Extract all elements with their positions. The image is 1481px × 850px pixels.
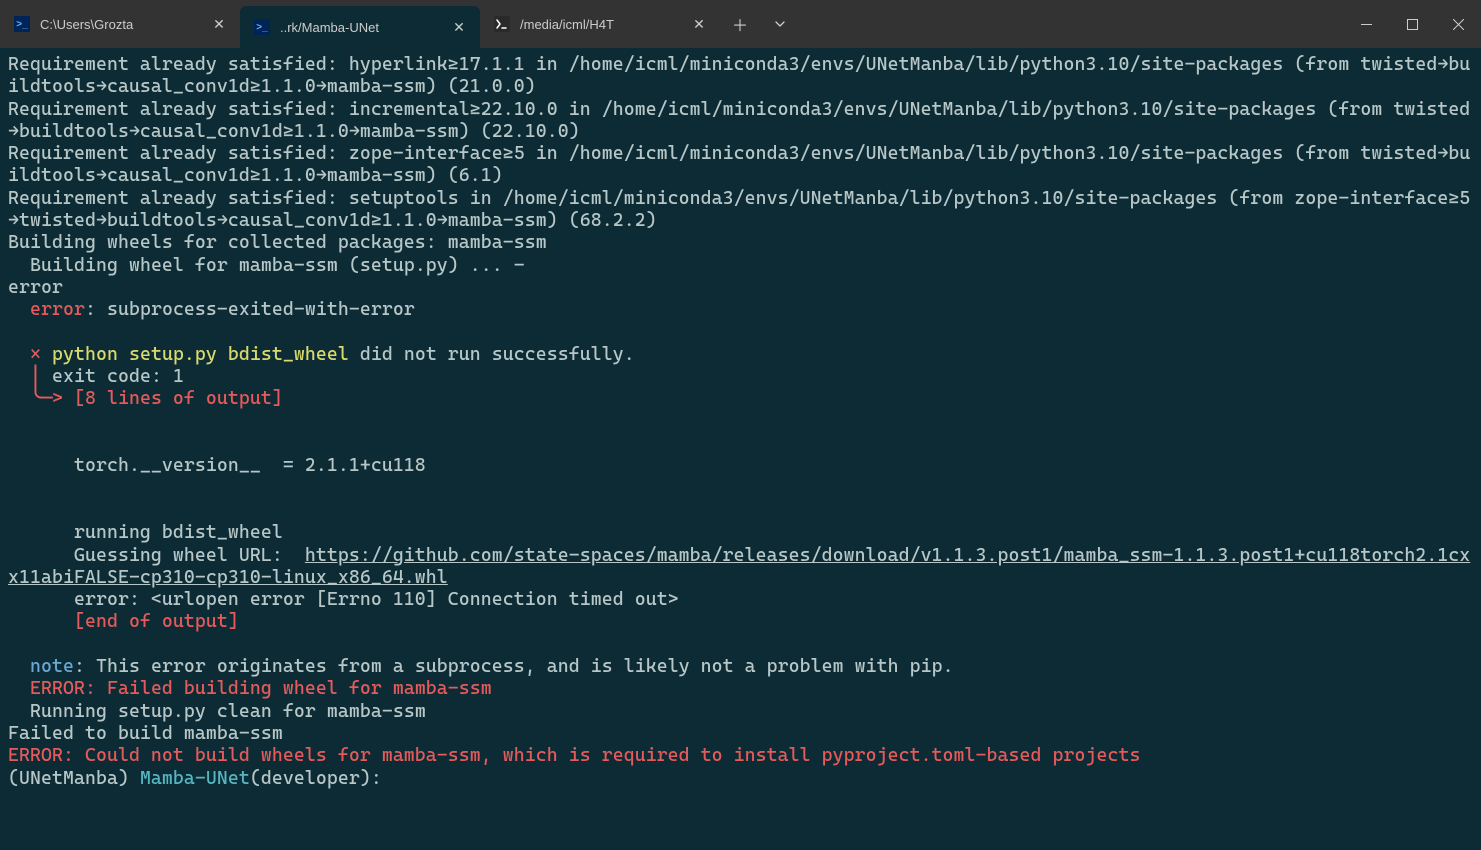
output-line: Requirement already satisfied: setuptool… bbox=[8, 188, 1470, 231]
output-line: ╰─> [8 lines of output] bbox=[8, 388, 283, 409]
output-line: torch.__version__ = 2.1.1+cu118 bbox=[8, 455, 426, 476]
window-controls bbox=[1343, 0, 1481, 48]
close-icon bbox=[1453, 19, 1464, 30]
terminal-output[interactable]: Requirement already satisfied: hyperlink… bbox=[0, 48, 1481, 798]
output-line: running bdist_wheel bbox=[8, 522, 283, 543]
powershell-icon: >_ bbox=[14, 16, 30, 32]
maximize-button[interactable] bbox=[1389, 0, 1435, 48]
titlebar: >_ C:\Users\Grozta ✕ >_ ..rk/Mamba-UNet … bbox=[0, 0, 1481, 48]
output-line: [end of output] bbox=[8, 611, 239, 632]
titlebar-drag-area[interactable] bbox=[800, 0, 1343, 48]
output-line: ERROR: Could not build wheels for mamba-… bbox=[8, 745, 1140, 766]
tab-bar: >_ C:\Users\Grozta ✕ >_ ..rk/Mamba-UNet … bbox=[0, 0, 800, 48]
output-line: Building wheel for mamba-ssm (setup.py) … bbox=[8, 255, 525, 276]
close-window-button[interactable] bbox=[1435, 0, 1481, 48]
output-line: Requirement already satisfied: zope-inte… bbox=[8, 143, 1470, 186]
output-line: Guessing wheel URL: https://github.com/s… bbox=[8, 545, 1470, 588]
tab-label: C:\Users\Grozta bbox=[40, 17, 200, 32]
close-icon[interactable]: ✕ bbox=[210, 15, 228, 33]
output-line: note: This error originates from a subpr… bbox=[8, 656, 954, 677]
chevron-down-icon bbox=[774, 18, 786, 30]
tab-label: ..rk/Mamba-UNet bbox=[280, 20, 440, 35]
output-line: error bbox=[8, 277, 63, 298]
close-icon[interactable]: ✕ bbox=[450, 18, 468, 36]
output-line: × python setup.py bdist_wheel did not ru… bbox=[8, 344, 635, 365]
output-line: error: <urlopen error [Errno 110] Connec… bbox=[8, 589, 679, 610]
output-line: Building wheels for collected packages: … bbox=[8, 232, 547, 253]
output-line: Requirement already satisfied: increment… bbox=[8, 99, 1470, 142]
new-tab-button[interactable]: ＋ bbox=[720, 0, 760, 48]
output-line: Running setup.py clean for mamba-ssm bbox=[8, 701, 426, 722]
tab-dropdown[interactable] bbox=[760, 0, 800, 48]
tab-label: /media/icml/H4T bbox=[520, 17, 680, 32]
output-line: Failed to build mamba-ssm bbox=[8, 723, 283, 744]
output-line: Requirement already satisfied: hyperlink… bbox=[8, 54, 1470, 97]
bash-icon bbox=[494, 16, 510, 32]
maximize-icon bbox=[1407, 19, 1418, 30]
output-line: ERROR: Failed building wheel for mamba-s… bbox=[8, 678, 492, 699]
tab-1[interactable]: >_ ..rk/Mamba-UNet ✕ bbox=[240, 6, 480, 48]
close-icon[interactable]: ✕ bbox=[690, 15, 708, 33]
minimize-icon bbox=[1361, 19, 1372, 30]
output-line: │ exit code: 1 bbox=[8, 366, 184, 387]
powershell-icon: >_ bbox=[254, 19, 270, 35]
minimize-button[interactable] bbox=[1343, 0, 1389, 48]
prompt: (UNetManba) Mamba-UNet(developer): bbox=[8, 768, 382, 789]
output-line: error: subprocess-exited-with-error bbox=[8, 299, 415, 320]
tab-2[interactable]: /media/icml/H4T ✕ bbox=[480, 0, 720, 48]
tab-0[interactable]: >_ C:\Users\Grozta ✕ bbox=[0, 0, 240, 48]
